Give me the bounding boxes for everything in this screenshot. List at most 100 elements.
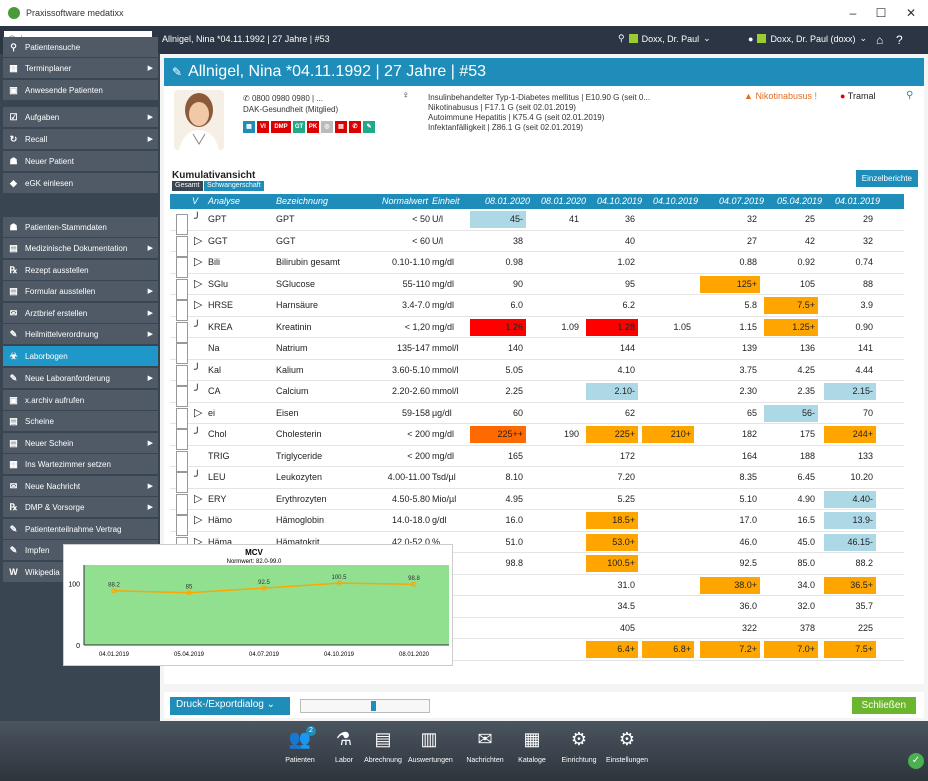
value-cell[interactable]: 7.5+ <box>764 297 818 314</box>
value-cell[interactable]: 164 <box>700 446 760 467</box>
value-cell[interactable]: 0.74 <box>824 252 876 273</box>
sidebar-item-archive[interactable]: ▣ x.archiv aufrufen <box>3 390 158 410</box>
value-cell[interactable] <box>530 446 582 467</box>
value-cell[interactable]: 53.0+ <box>586 533 638 551</box>
value-cell[interactable] <box>530 231 582 252</box>
status-ok-icon[interactable]: ✓ <box>908 753 924 769</box>
value-cell[interactable]: 3.9 <box>824 295 876 316</box>
value-cell[interactable]: 0.88 <box>700 252 760 273</box>
maximize-button[interactable]: ☐ <box>866 0 896 26</box>
value-cell[interactable] <box>530 489 582 510</box>
value-cell[interactable]: 6.45 <box>764 467 818 488</box>
value-cell[interactable]: 188 <box>764 446 818 467</box>
doc-icon[interactable]: ▤ <box>335 121 347 133</box>
value-cell[interactable]: 51.0 <box>470 532 526 553</box>
value-cell[interactable]: 182 <box>700 424 760 445</box>
home-icon[interactable]: ⌂ <box>876 33 883 47</box>
value-cell[interactable]: 32 <box>700 209 760 230</box>
sidebar-item-laborbogen[interactable]: ☣ Laborbogen <box>3 346 158 366</box>
sidebar-item-heilmittel[interactable]: ✎ Heilmittelverordnung ▶ <box>3 324 158 344</box>
value-cell[interactable] <box>642 532 694 553</box>
value-cell[interactable] <box>642 553 694 574</box>
sidebar-item-new-patient[interactable]: ☗ Neuer Patient <box>3 151 158 171</box>
value-cell[interactable]: 2.25 <box>470 381 526 402</box>
value-cell[interactable] <box>642 381 694 402</box>
table-row[interactable]: ▷ GGT GGT < 60 U/l 38 40 27 42 32 <box>170 231 904 257</box>
value-cell[interactable] <box>530 295 582 316</box>
sidebar-item-card[interactable]: ◆ eGK einlesen <box>3 173 158 193</box>
value-cell[interactable]: 6.0 <box>470 295 526 316</box>
value-cell[interactable]: 7.5+ <box>824 641 876 658</box>
value-cell[interactable] <box>530 467 582 488</box>
value-cell[interactable]: 4.10 <box>586 360 638 381</box>
value-cell[interactable]: 5.25 <box>586 489 638 510</box>
value-cell[interactable]: 322 <box>700 618 760 639</box>
value-cell[interactable]: 4.90 <box>764 489 818 510</box>
value-cell[interactable]: 5.05 <box>470 360 526 381</box>
minimize-button[interactable]: – <box>838 0 868 26</box>
value-cell[interactable]: 31.0 <box>586 575 638 596</box>
value-cell[interactable] <box>642 295 694 316</box>
value-cell[interactable]: 41 <box>530 209 582 230</box>
value-cell[interactable]: 6.4+ <box>586 641 638 658</box>
value-cell[interactable]: 172 <box>586 446 638 467</box>
taskbar-kataloge[interactable]: ▦ Kataloge <box>511 725 553 765</box>
table-row[interactable]: ╯ Kal Kalium 3.60-5.10 mmol/l 5.05 4.10 3.75 4.2… <box>170 360 904 386</box>
value-cell[interactable]: 225++ <box>470 426 526 443</box>
value-cell[interactable]: 42 <box>764 231 818 252</box>
value-cell[interactable] <box>642 596 694 617</box>
value-cell[interactable]: 2.35 <box>764 381 818 402</box>
value-cell[interactable] <box>642 360 694 381</box>
value-cell[interactable]: 95 <box>586 274 638 295</box>
column-header[interactable]: Einheit <box>432 194 468 209</box>
value-cell[interactable]: 2.15- <box>824 383 876 400</box>
chart-toggle-icon[interactable]: ▷ <box>194 295 202 316</box>
value-cell[interactable] <box>642 209 694 230</box>
value-cell[interactable] <box>642 252 694 273</box>
value-cell[interactable] <box>530 575 582 596</box>
column-header[interactable]: 04.10.2019 <box>642 194 698 209</box>
value-cell[interactable] <box>642 274 694 295</box>
settings-icon[interactable]: ◎ <box>321 121 333 133</box>
value-cell[interactable]: 1.02 <box>586 252 638 273</box>
tab-schwangerschaft[interactable]: Schwangerschaft <box>204 181 264 191</box>
edit-icon[interactable]: ✎ <box>363 121 375 133</box>
table-row[interactable]: ╯ GPT GPT < 50 U/l 45- 41 36 32 25 29 <box>170 209 904 235</box>
value-cell[interactable]: 4.25 <box>764 360 818 381</box>
user-selector[interactable]: ● Doxx, Dr. Paul (doxx) ⌄ <box>748 33 867 44</box>
table-row[interactable]: ▷ Hämo Hämoglobin 14.0-18.0 g/dl 16.0 18.5+ 17.… <box>170 510 904 536</box>
chart-toggle-icon[interactable]: ╯ <box>194 467 201 488</box>
value-cell[interactable]: 16.5 <box>764 510 818 531</box>
value-cell[interactable]: 105 <box>764 274 818 295</box>
value-cell[interactable] <box>642 618 694 639</box>
taskbar-nachrichten[interactable]: ✉ Nachrichten <box>464 725 506 765</box>
table-row[interactable]: Na Natrium 135-147 mmol/l 140 144 139 136 141 <box>170 338 904 364</box>
value-cell[interactable]: 0.90 <box>824 317 876 338</box>
value-cell[interactable] <box>530 596 582 617</box>
value-cell[interactable]: 36 <box>586 209 638 230</box>
taskbar-labor[interactable]: ⚗ Labor <box>323 725 365 765</box>
column-header[interactable]: 08.01.2020 <box>470 194 530 209</box>
column-header[interactable]: 04.10.2019 <box>586 194 642 209</box>
value-cell[interactable]: 88 <box>824 274 876 295</box>
value-cell[interactable]: 32 <box>824 231 876 252</box>
taskbar-auswertungen[interactable]: ▥ Auswertungen <box>408 725 453 765</box>
value-cell[interactable]: 17.0 <box>700 510 760 531</box>
value-cell[interactable]: 8.10 <box>470 467 526 488</box>
value-cell[interactable]: 3.75 <box>700 360 760 381</box>
sidebar-item-scheine[interactable]: ▤ Scheine <box>3 411 158 431</box>
value-cell[interactable]: 38.0+ <box>700 576 760 594</box>
value-cell[interactable]: 46.0 <box>700 532 760 553</box>
chart-toggle-icon[interactable]: ▷ <box>194 252 202 273</box>
value-cell[interactable]: 5.10 <box>700 489 760 510</box>
table-row[interactable]: ╯ Chol Cholesterin < 200 mg/dl 225++ 190 225+ 21… <box>170 424 904 450</box>
value-cell[interactable] <box>470 639 526 660</box>
value-cell[interactable]: 46.15- <box>824 533 876 551</box>
sidebar-item-contract[interactable]: ✎ Patiententeilnahme Vertrag <box>3 519 158 539</box>
value-cell[interactable] <box>530 639 582 660</box>
value-cell[interactable]: 225+ <box>586 426 638 443</box>
phone-red-icon[interactable]: ✆ <box>349 121 361 133</box>
table-row[interactable]: ╯ KREA Kreatinin < 1,20 mg/dl 1.26 1.09 1.28 1.0… <box>170 317 904 343</box>
value-cell[interactable] <box>530 338 582 359</box>
value-cell[interactable]: 2.10- <box>586 383 638 400</box>
